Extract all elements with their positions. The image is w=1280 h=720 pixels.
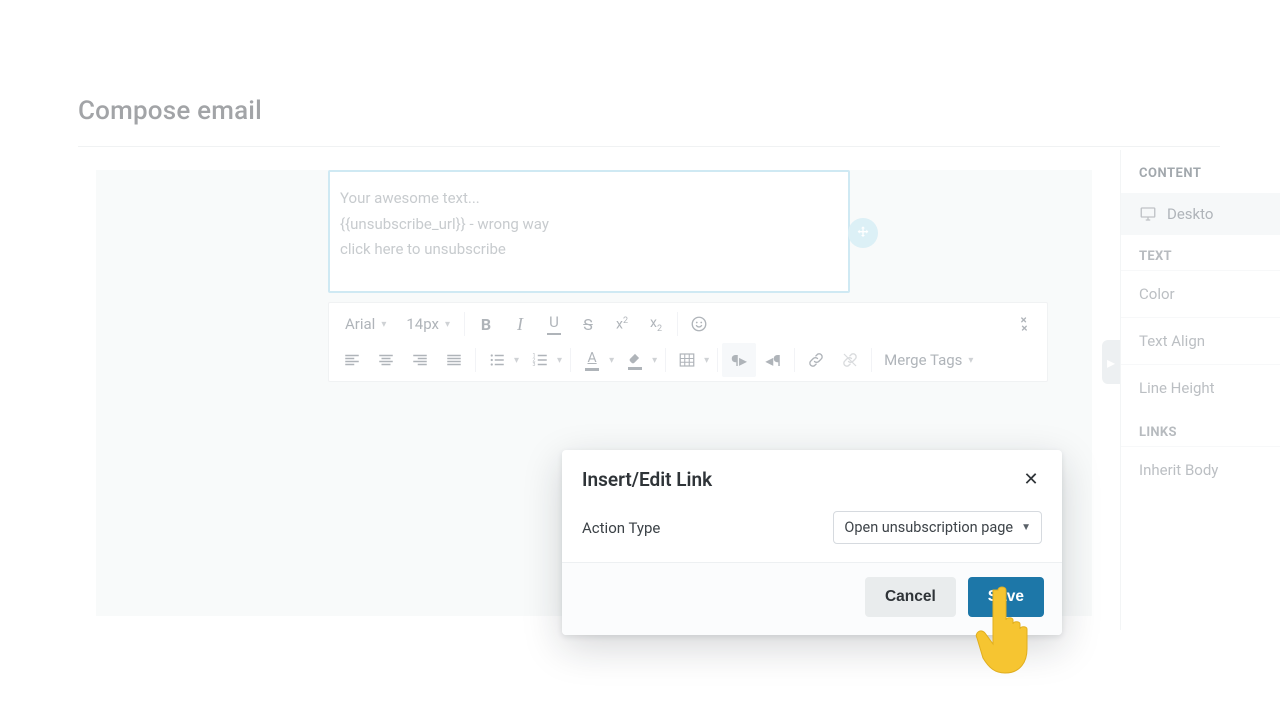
font-size-value: 14px bbox=[406, 315, 439, 333]
divider bbox=[665, 348, 666, 372]
page-header: Compose email bbox=[78, 96, 1220, 147]
svg-text:2: 2 bbox=[533, 358, 536, 364]
font-family-select[interactable]: Arial ▾ bbox=[335, 309, 396, 339]
modal-title: Insert/Edit Link bbox=[582, 468, 712, 491]
align-justify-button[interactable] bbox=[437, 343, 471, 377]
prop-line-height[interactable]: Line Height bbox=[1121, 364, 1280, 411]
chevron-right-icon: ▸ bbox=[1107, 353, 1115, 372]
text-color-button[interactable]: A bbox=[575, 343, 609, 377]
table-button[interactable] bbox=[670, 343, 704, 377]
pointer-cursor-illustration bbox=[975, 582, 1045, 674]
divider bbox=[464, 312, 465, 336]
divider bbox=[570, 348, 571, 372]
action-type-value: Open unsubscription page bbox=[844, 519, 1013, 536]
link-button[interactable] bbox=[799, 343, 833, 377]
text-line: {{unsubscribe_url}} - wrong way bbox=[340, 212, 838, 238]
page-title: Compose email bbox=[78, 96, 1220, 126]
merge-tags-label: Merge Tags bbox=[884, 351, 962, 369]
underline-button[interactable]: U bbox=[537, 307, 571, 341]
align-left-button[interactable] bbox=[335, 343, 369, 377]
rtl-direction-button[interactable]: ◂¶ bbox=[756, 343, 790, 377]
chevron-down-icon[interactable]: ▾ bbox=[514, 355, 523, 366]
chevron-down-icon[interactable]: ▾ bbox=[557, 355, 566, 366]
divider bbox=[475, 348, 476, 372]
merge-tags-select[interactable]: Merge Tags ▾ bbox=[876, 345, 981, 375]
email-text-block[interactable]: Your awesome text... {{unsubscribe_url}}… bbox=[328, 170, 850, 293]
subscript-button[interactable]: x2 bbox=[639, 307, 673, 341]
divider bbox=[871, 348, 872, 372]
text-toolbar: Arial ▾ 14px ▾ B I U S x2 x2 bbox=[328, 302, 1048, 382]
chevron-down-icon: ▾ bbox=[968, 355, 973, 366]
caret-down-icon: ▼ bbox=[1021, 522, 1031, 533]
prop-color[interactable]: Color bbox=[1121, 270, 1280, 317]
ltr-direction-button[interactable]: ¶▸ bbox=[722, 343, 756, 377]
divider bbox=[717, 348, 718, 372]
action-type-label: Action Type bbox=[582, 519, 660, 537]
device-desktop-toggle[interactable]: Deskto bbox=[1121, 193, 1280, 235]
unordered-list-button[interactable] bbox=[480, 343, 514, 377]
sidebar-collapse-handle[interactable]: ▸ bbox=[1102, 340, 1120, 384]
prop-inherit-body[interactable]: Inherit Body bbox=[1121, 446, 1280, 493]
collapse-toolbar-button[interactable] bbox=[1007, 307, 1041, 341]
close-icon: ✕ bbox=[1023, 469, 1038, 490]
action-type-select[interactable]: Open unsubscription page ▼ bbox=[833, 511, 1042, 544]
align-right-button[interactable] bbox=[403, 343, 437, 377]
italic-button[interactable]: I bbox=[503, 307, 537, 341]
sidebar-section-content: CONTENT bbox=[1121, 150, 1280, 193]
ordered-list-button[interactable]: 123 bbox=[523, 343, 557, 377]
divider bbox=[794, 348, 795, 372]
bold-button[interactable]: B bbox=[469, 307, 503, 341]
chevron-down-icon[interactable]: ▾ bbox=[704, 355, 713, 366]
chevron-down-icon[interactable]: ▾ bbox=[652, 355, 661, 366]
font-size-select[interactable]: 14px ▾ bbox=[396, 309, 460, 339]
strikethrough-button[interactable]: S bbox=[571, 307, 605, 341]
emoji-button[interactable] bbox=[682, 307, 716, 341]
prop-text-align[interactable]: Text Align bbox=[1121, 317, 1280, 364]
device-label: Deskto bbox=[1167, 205, 1213, 223]
svg-text:1: 1 bbox=[533, 353, 536, 359]
move-handle[interactable] bbox=[848, 218, 878, 248]
unlink-button[interactable] bbox=[833, 343, 867, 377]
align-center-button[interactable] bbox=[369, 343, 403, 377]
chevron-down-icon[interactable]: ▾ bbox=[609, 355, 618, 366]
close-button[interactable]: ✕ bbox=[1020, 469, 1042, 491]
sidebar-section-text: TEXT bbox=[1121, 235, 1280, 270]
text-line: Your awesome text... bbox=[340, 186, 838, 212]
properties-sidebar: CONTENT Deskto TEXT Color Text Align Lin… bbox=[1120, 150, 1280, 630]
chevron-down-icon: ▾ bbox=[445, 319, 450, 330]
superscript-button[interactable]: x2 bbox=[605, 307, 639, 341]
highlight-color-button[interactable] bbox=[618, 343, 652, 377]
chevron-down-icon: ▾ bbox=[381, 319, 386, 330]
text-line: click here to unsubscribe bbox=[340, 237, 838, 263]
cancel-button[interactable]: Cancel bbox=[865, 577, 956, 617]
desktop-icon bbox=[1139, 205, 1157, 223]
svg-text:3: 3 bbox=[533, 362, 536, 368]
divider bbox=[677, 312, 678, 336]
font-family-value: Arial bbox=[345, 315, 375, 333]
sidebar-section-links: LINKS bbox=[1121, 411, 1280, 446]
